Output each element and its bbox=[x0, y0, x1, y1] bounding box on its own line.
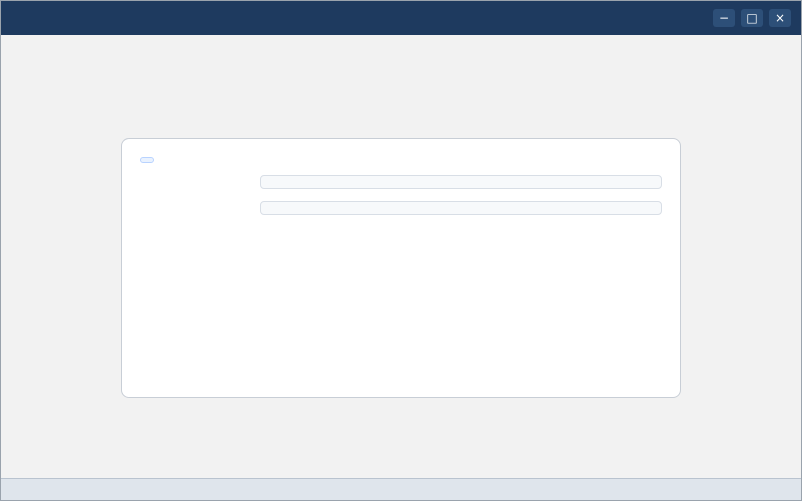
main-content bbox=[1, 35, 801, 500]
info-value-2 bbox=[260, 200, 662, 215]
maximize-button[interactable]: □ bbox=[741, 9, 763, 27]
info-row-1 bbox=[140, 174, 662, 189]
info-value-1 bbox=[260, 174, 662, 189]
card-header-row bbox=[140, 156, 662, 163]
placeholder-card bbox=[121, 137, 681, 398]
titlebar: − □ × bbox=[1, 1, 801, 35]
window-controls: − □ × bbox=[713, 9, 791, 27]
header-badge bbox=[140, 156, 154, 163]
status-bar bbox=[1, 478, 801, 500]
application-window: − □ × bbox=[0, 0, 802, 501]
info-row-2 bbox=[140, 200, 662, 215]
minimize-button[interactable]: − bbox=[713, 9, 735, 27]
close-button[interactable]: × bbox=[769, 9, 791, 27]
